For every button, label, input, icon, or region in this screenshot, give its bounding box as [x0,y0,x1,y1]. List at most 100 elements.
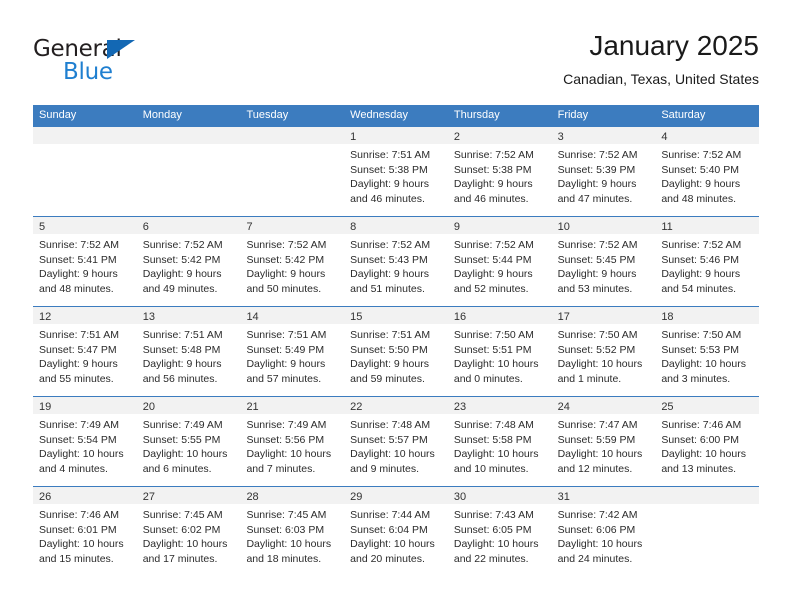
day-number: 30 [453,491,467,503]
day-number-band: 5 [33,217,137,234]
daylight-duration-line1: Daylight: 9 hours [142,358,222,371]
sunset-time: Sunset: 5:59 PM [557,433,636,446]
day-info: Sunrise: 7:46 AM Sunset: 6:00 PM Daylight:… [655,414,759,476]
day-cell[interactable]: 3 Sunrise: 7:52 AM Sunset: 5:39 PM Daylight… [551,127,656,216]
day-number-band: 27 [136,487,241,504]
daylight-duration-line1: Daylight: 10 hours [661,358,746,371]
daylight-duration-line1: Daylight: 9 hours [350,358,429,371]
day-cell[interactable]: 22 Sunrise: 7:48 AM Sunset: 5:57 PM Dayligh… [344,397,448,486]
sunset-time: Sunset: 6:05 PM [453,523,532,536]
day-cell[interactable]: 7 Sunrise: 7:52 AM Sunset: 5:42 PM Daylight… [240,217,345,306]
sunrise-time: Sunrise: 7:52 AM [661,149,742,161]
daylight-duration-line1: Daylight: 9 hours [350,268,429,281]
page-header: General Blue January 2025 Canadian, Texa… [33,28,759,98]
day-cell[interactable]: 16 Sunrise: 7:50 AM Sunset: 5:51 PM Dayligh… [447,307,552,396]
sunset-time: Sunset: 6:04 PM [350,523,428,536]
sunset-time: Sunset: 5:51 PM [453,343,532,356]
sunset-time: Sunset: 5:38 PM [453,163,532,176]
day-info: Sunrise: 7:52 AM Sunset: 5:45 PM Daylight:… [552,234,656,296]
day-number: 19 [39,401,52,413]
day-cell[interactable]: 23 Sunrise: 7:48 AM Sunset: 5:58 PM Dayligh… [447,397,552,486]
day-cell[interactable]: 2 Sunrise: 7:52 AM Sunset: 5:38 PM Daylight… [447,127,552,216]
day-number-band: 7 [240,217,345,234]
day-info: Sunrise: 7:51 AM Sunset: 5:47 PM Daylight:… [33,324,137,386]
daylight-duration-line2: and 48 minutes. [39,282,114,295]
sunrise-time: Sunrise: 7:49 AM [246,419,327,431]
day-number: 1 [350,131,357,143]
day-cell[interactable]: 8 Sunrise: 7:52 AM Sunset: 5:43 PM Daylight… [344,217,448,306]
day-number-band: 19 [33,397,137,414]
day-cell[interactable]: 29 Sunrise: 7:44 AM Sunset: 6:04 PM Dayligh… [344,487,448,576]
day-cell[interactable]: 5 Sunrise: 7:52 AM Sunset: 5:41 PM Daylight… [33,217,137,306]
sunset-time: Sunset: 5:57 PM [350,433,428,446]
calendar-week-row: 12 Sunrise: 7:51 AM Sunset: 5:47 PM Dayligh… [33,306,760,396]
daylight-duration-line2: and 20 minutes. [350,552,425,565]
day-cell[interactable]: 10 Sunrise: 7:52 AM Sunset: 5:45 PM Dayligh… [551,217,656,306]
day-cell[interactable]: 27 Sunrise: 7:45 AM Sunset: 6:02 PM Dayligh… [136,487,241,576]
sunset-time: Sunset: 6:02 PM [142,523,221,536]
sunrise-time: Sunrise: 7:46 AM [661,419,742,431]
day-info: Sunrise: 7:45 AM Sunset: 6:03 PM Daylight:… [240,504,344,566]
daylight-duration-line2: and 22 minutes. [453,552,529,565]
day-cell[interactable]: 21 Sunrise: 7:49 AM Sunset: 5:56 PM Dayligh… [240,397,345,486]
sunset-time: Sunset: 5:52 PM [557,343,636,356]
day-number: 14 [246,311,259,323]
day-cell[interactable]: 4 Sunrise: 7:52 AM Sunset: 5:40 PM Daylight… [655,127,760,216]
day-cell[interactable]: 18 Sunrise: 7:50 AM Sunset: 5:53 PM Dayligh… [655,307,760,396]
day-cell[interactable]: 25 Sunrise: 7:46 AM Sunset: 6:00 PM Dayligh… [655,397,760,486]
daylight-duration-line2: and 55 minutes. [39,372,114,385]
weekday-header-wednesday: Wednesday [350,109,409,121]
daylight-duration-line2: and 17 minutes. [142,552,218,565]
daylight-duration-line2: and 12 minutes. [557,462,633,475]
weekday-header-thursday: Thursday [453,109,500,121]
day-number: 12 [39,311,52,323]
day-cell[interactable]: 19 Sunrise: 7:49 AM Sunset: 5:54 PM Dayligh… [33,397,137,486]
day-cell[interactable]: 15 Sunrise: 7:51 AM Sunset: 5:50 PM Dayligh… [344,307,448,396]
day-info: Sunrise: 7:50 AM Sunset: 5:53 PM Daylight:… [655,324,759,386]
sunset-time: Sunset: 5:41 PM [39,253,117,266]
day-cell[interactable]: 17 Sunrise: 7:50 AM Sunset: 5:52 PM Dayligh… [551,307,656,396]
day-cell[interactable]: 28 Sunrise: 7:45 AM Sunset: 6:03 PM Dayligh… [240,487,345,576]
day-number-band: 13 [136,307,241,324]
day-cell[interactable]: 14 Sunrise: 7:51 AM Sunset: 5:49 PM Dayligh… [240,307,345,396]
daylight-duration-line2: and 57 minutes. [246,372,322,385]
day-cell[interactable]: 20 Sunrise: 7:49 AM Sunset: 5:55 PM Dayligh… [136,397,241,486]
day-info: Sunrise: 7:52 AM Sunset: 5:44 PM Daylight:… [448,234,552,296]
daylight-duration-line2: and 54 minutes. [661,282,737,295]
day-cell[interactable]: 12 Sunrise: 7:51 AM Sunset: 5:47 PM Dayligh… [33,307,137,396]
daylight-duration-line1: Daylight: 10 hours [661,448,746,461]
day-cell[interactable]: 30 Sunrise: 7:43 AM Sunset: 6:05 PM Dayligh… [447,487,552,576]
day-cell[interactable]: 6 Sunrise: 7:52 AM Sunset: 5:42 PM Daylight… [136,217,241,306]
daylight-duration-line2: and 24 minutes. [557,552,633,565]
day-cell[interactable]: 13 Sunrise: 7:51 AM Sunset: 5:48 PM Dayligh… [136,307,241,396]
daylight-duration-line2: and 48 minutes. [661,192,737,205]
day-cell[interactable]: 9 Sunrise: 7:52 AM Sunset: 5:44 PM Daylight… [447,217,552,306]
sunrise-time: Sunrise: 7:52 AM [453,239,534,251]
day-number-band: 31 [551,487,656,504]
day-cell[interactable]: 31 Sunrise: 7:42 AM Sunset: 6:06 PM Dayligh… [551,487,656,576]
calendar-week-row: 1 Sunrise: 7:51 AM Sunset: 5:38 PM Daylight… [33,126,760,216]
weekday-header-monday: Monday [142,109,182,121]
sunrise-time: Sunrise: 7:51 AM [246,329,327,341]
day-number-band [33,127,137,144]
sunrise-time: Sunrise: 7:42 AM [557,509,638,521]
day-number-band: 11 [655,217,760,234]
day-number-band: 3 [551,127,656,144]
day-info: Sunrise: 7:47 AM Sunset: 5:59 PM Daylight:… [552,414,656,476]
daylight-duration-line1: Daylight: 9 hours [39,358,118,371]
day-cell[interactable]: 1 Sunrise: 7:51 AM Sunset: 5:38 PM Daylight… [344,127,448,216]
day-cell[interactable]: 11 Sunrise: 7:52 AM Sunset: 5:46 PM Dayligh… [655,217,760,306]
daylight-duration-line2: and 15 minutes. [39,552,114,565]
day-number: 27 [142,491,155,503]
sunset-time: Sunset: 6:06 PM [557,523,636,536]
daylight-duration-line2: and 49 minutes. [142,282,218,295]
daylight-duration-line1: Daylight: 10 hours [39,538,124,551]
sunset-time: Sunset: 5:45 PM [557,253,636,266]
day-cell[interactable]: 26 Sunrise: 7:46 AM Sunset: 6:01 PM Dayligh… [33,487,137,576]
day-cell[interactable]: 24 Sunrise: 7:47 AM Sunset: 5:59 PM Dayligh… [551,397,656,486]
day-number: 29 [350,491,363,503]
daylight-duration-line2: and 18 minutes. [246,552,322,565]
daylight-duration-line1: Daylight: 10 hours [246,538,332,551]
sunrise-time: Sunrise: 7:52 AM [246,239,327,251]
daylight-duration-line1: Daylight: 10 hours [142,538,228,551]
